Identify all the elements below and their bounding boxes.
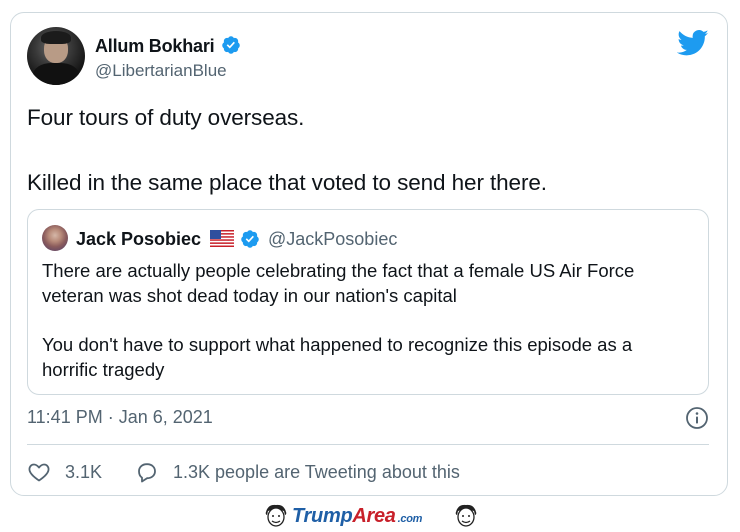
- quoted-author-avatar[interactable]: [42, 225, 68, 251]
- quoted-text-line: You don't have to support what happened …: [42, 334, 633, 355]
- verified-badge-icon: [222, 36, 240, 54]
- divider: [27, 444, 709, 445]
- tweet-card: Allum Bokhari @LibertarianBlue Four tour…: [10, 12, 728, 496]
- quoted-author-name: Jack Posobiec: [76, 229, 202, 249]
- watermark-footer: TrumpArea .com: [0, 500, 740, 532]
- tweet-text-line: Four tours of duty overseas.: [27, 105, 305, 130]
- caricature-face-icon: [265, 504, 287, 527]
- author-avatar[interactable]: [27, 27, 85, 85]
- caricature-face-icon: [455, 504, 477, 527]
- watermark-logo: TrumpArea .com: [292, 505, 423, 527]
- author-handle[interactable]: @LibertarianBlue: [95, 61, 227, 81]
- author-name[interactable]: Allum Bokhari: [95, 36, 215, 57]
- conversation-link[interactable]: 1.3K people are Tweeting about this: [135, 459, 460, 485]
- quoted-text-line: There are actually people celebrating th…: [42, 260, 635, 281]
- quoted-text-line: veteran was shot dead today in our natio…: [42, 285, 457, 306]
- verified-badge-icon: [241, 230, 259, 248]
- speech-bubble-icon: [138, 463, 156, 483]
- heart-icon: [28, 463, 50, 482]
- like-button[interactable]: 3.1K: [27, 459, 102, 485]
- us-flag-icon: [210, 230, 234, 247]
- quoted-text-line: horrific tragedy: [42, 359, 165, 380]
- info-icon[interactable]: [685, 406, 709, 430]
- tweet-text-line: Killed in the same place that voted to s…: [27, 170, 547, 195]
- like-count: 3.1K: [65, 461, 103, 482]
- quoted-tweet[interactable]: Jack Posobiec @JackPosobiec There are ac…: [27, 209, 709, 395]
- quoted-author-handle: @JackPosobiec: [268, 229, 398, 249]
- tweet-timestamp[interactable]: 11:41 PM · Jan 6, 2021: [27, 407, 213, 428]
- twitter-bird-icon[interactable]: [677, 29, 709, 57]
- conversation-text: 1.3K people are Tweeting about this: [173, 461, 460, 482]
